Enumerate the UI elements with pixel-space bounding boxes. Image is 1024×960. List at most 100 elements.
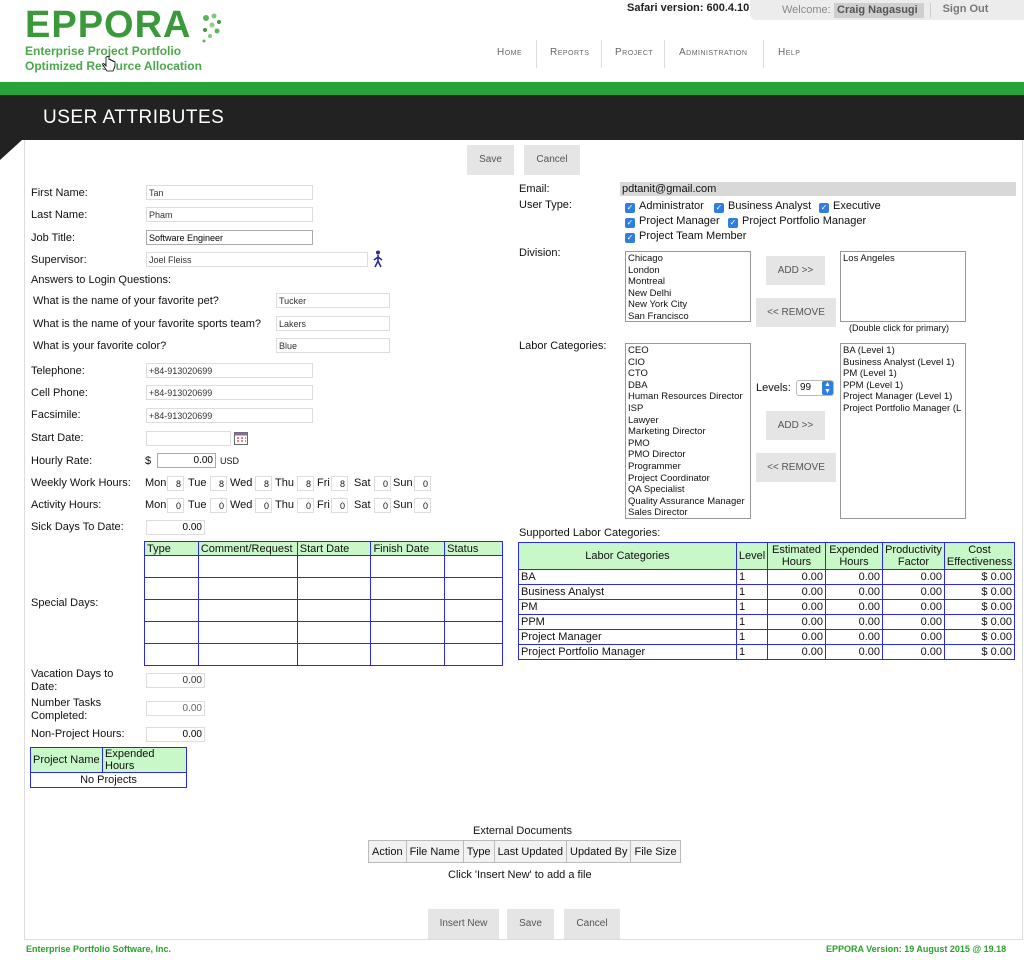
day-hours-field[interactable]: 8 [331, 476, 348, 491]
day-hours-field[interactable]: 0 [374, 476, 391, 491]
start-date-field[interactable] [146, 431, 231, 446]
selected-labor-categories-list[interactable]: BA (Level 1) Business Analyst (Level 1) PM… [840, 343, 966, 519]
day-hours-field[interactable]: 8 [210, 476, 227, 491]
special-days-cell[interactable] [370, 577, 446, 600]
selected-labor-option[interactable]: PM (Level 1) [843, 368, 963, 380]
nav-reports[interactable]: Reports [550, 47, 589, 58]
labor-category-option[interactable]: QA Specialist [628, 484, 748, 496]
labor-category-option[interactable]: Quality Assurance Manager [628, 496, 748, 508]
user-type-executive[interactable]: ✓ Executive [819, 200, 881, 213]
non-project-hours-field[interactable]: 0.00 [146, 727, 205, 742]
labor-category-option[interactable]: ISP [628, 403, 748, 415]
day-hours-field[interactable]: 0 [167, 498, 184, 513]
calendar-icon[interactable] [234, 432, 248, 445]
user-type-administrator[interactable]: ✓ Administrator [625, 200, 704, 213]
labor-category-option[interactable]: CEO [628, 345, 748, 357]
supervisor-picker-icon[interactable] [372, 250, 384, 268]
save-button[interactable]: Save [467, 145, 514, 175]
sign-out-link[interactable]: Sign Out [930, 3, 1000, 18]
labor-add-button[interactable]: ADD >> [766, 411, 825, 440]
division-option[interactable]: London [628, 265, 748, 277]
special-days-cell[interactable] [296, 577, 372, 600]
cell-phone-field[interactable]: +84-913020699 [146, 385, 313, 400]
labor-category-option[interactable]: PMO Director [628, 449, 748, 461]
answer-2-field[interactable]: Lakers [276, 316, 390, 331]
nav-administration[interactable]: Administration [679, 47, 747, 58]
special-days-cell[interactable] [444, 643, 503, 666]
division-option[interactable]: New Delhi [628, 288, 748, 300]
labor-category-option[interactable]: Programmer [628, 461, 748, 473]
available-labor-categories-list[interactable]: CEO CIO CTO DBA Human Resources Director ISP L… [625, 343, 751, 519]
division-option[interactable]: New York City [628, 299, 748, 311]
special-days-cell[interactable] [444, 555, 503, 578]
selected-labor-option[interactable]: Business Analyst (Level 1) [843, 357, 963, 369]
labor-category-option[interactable]: Project Coordinator [628, 473, 748, 485]
tasks-completed-field[interactable]: 0.00 [146, 701, 205, 716]
cancel-button[interactable]: Cancel [524, 145, 580, 175]
special-days-row[interactable] [144, 599, 503, 622]
checkbox-checked-icon[interactable]: ✓ [714, 203, 724, 213]
user-type-project-portfolio-manager[interactable]: ✓ Project Portfolio Manager [728, 215, 866, 228]
user-type-business-analyst[interactable]: ✓ Business Analyst [714, 200, 811, 213]
special-days-cell[interactable] [370, 599, 446, 622]
nav-project[interactable]: Project [615, 47, 653, 58]
email-field[interactable]: pdtanit@gmail.com [620, 182, 1016, 196]
special-days-cell[interactable] [444, 621, 503, 644]
labor-category-option[interactable]: PMO [628, 438, 748, 450]
day-hours-field[interactable]: 0 [414, 498, 431, 513]
user-type-project-manager[interactable]: ✓ Project Manager [625, 215, 720, 228]
division-remove-button[interactable]: << REMOVE [756, 298, 836, 327]
answer-1-field[interactable]: Tucker [276, 293, 390, 308]
special-days-cell[interactable] [444, 599, 503, 622]
selected-division-option[interactable]: Los Angeles [843, 253, 963, 265]
answer-3-field[interactable]: Blue [276, 338, 390, 353]
labor-category-option[interactable]: Human Resources Director [628, 391, 748, 403]
day-hours-field[interactable]: 0 [297, 498, 314, 513]
division-option[interactable]: Montreal [628, 276, 748, 288]
facsimile-field[interactable]: +84-913020699 [146, 408, 313, 423]
sick-days-field[interactable]: 0.00 [146, 520, 205, 535]
special-days-cell[interactable] [370, 643, 446, 666]
division-add-button[interactable]: ADD >> [766, 256, 825, 285]
select-arrows-icon[interactable]: ▲ ▼ [822, 381, 833, 395]
special-days-cell[interactable] [197, 555, 298, 578]
labor-category-option[interactable]: DBA [628, 380, 748, 392]
day-hours-field[interactable]: 0 [255, 498, 272, 513]
selected-labor-option[interactable]: PPM (Level 1) [843, 380, 963, 392]
checkbox-checked-icon[interactable]: ✓ [625, 203, 635, 213]
special-days-cell[interactable] [144, 643, 199, 666]
telephone-field[interactable]: +84-913020699 [146, 363, 313, 378]
supervisor-field[interactable]: Joel Fleiss [146, 252, 368, 267]
job-title-field[interactable]: Software Engineer [146, 230, 313, 245]
checkbox-checked-icon[interactable]: ✓ [625, 233, 635, 243]
special-days-cell[interactable] [197, 599, 298, 622]
labor-category-option[interactable]: Sales Director [628, 507, 748, 518]
selected-divisions-list[interactable]: Los Angeles [840, 251, 966, 322]
labor-category-option[interactable]: Lawyer [628, 415, 748, 427]
day-hours-field[interactable]: 8 [255, 476, 272, 491]
special-days-row[interactable] [144, 577, 503, 600]
labor-category-option[interactable]: Marketing Director [628, 426, 748, 438]
user-type-project-team-member[interactable]: ✓ Project Team Member [625, 230, 746, 243]
last-name-field[interactable]: Pham [146, 207, 313, 222]
day-hours-field[interactable]: 8 [167, 476, 184, 491]
nav-help[interactable]: Help [778, 47, 800, 58]
special-days-cell[interactable] [370, 555, 446, 578]
special-days-cell[interactable] [444, 577, 503, 600]
special-days-row[interactable] [144, 643, 503, 666]
first-name-field[interactable]: Tan [146, 185, 313, 200]
special-days-cell[interactable] [370, 621, 446, 644]
labor-category-option[interactable]: CTO [628, 368, 748, 380]
special-days-row[interactable] [144, 621, 503, 644]
special-days-cell[interactable] [144, 555, 199, 578]
day-hours-field[interactable]: 0 [210, 498, 227, 513]
insert-new-button[interactable]: Insert New [428, 909, 499, 939]
special-days-row[interactable] [144, 555, 503, 578]
division-option[interactable]: San Francisco [628, 311, 748, 321]
labor-remove-button[interactable]: << REMOVE [756, 453, 836, 482]
special-days-cell[interactable] [197, 643, 298, 666]
hourly-rate-field[interactable]: 0.00 [157, 453, 216, 468]
special-days-cell[interactable] [296, 555, 372, 578]
bottom-save-button[interactable]: Save [507, 909, 554, 939]
division-option[interactable]: Chicago [628, 253, 748, 265]
